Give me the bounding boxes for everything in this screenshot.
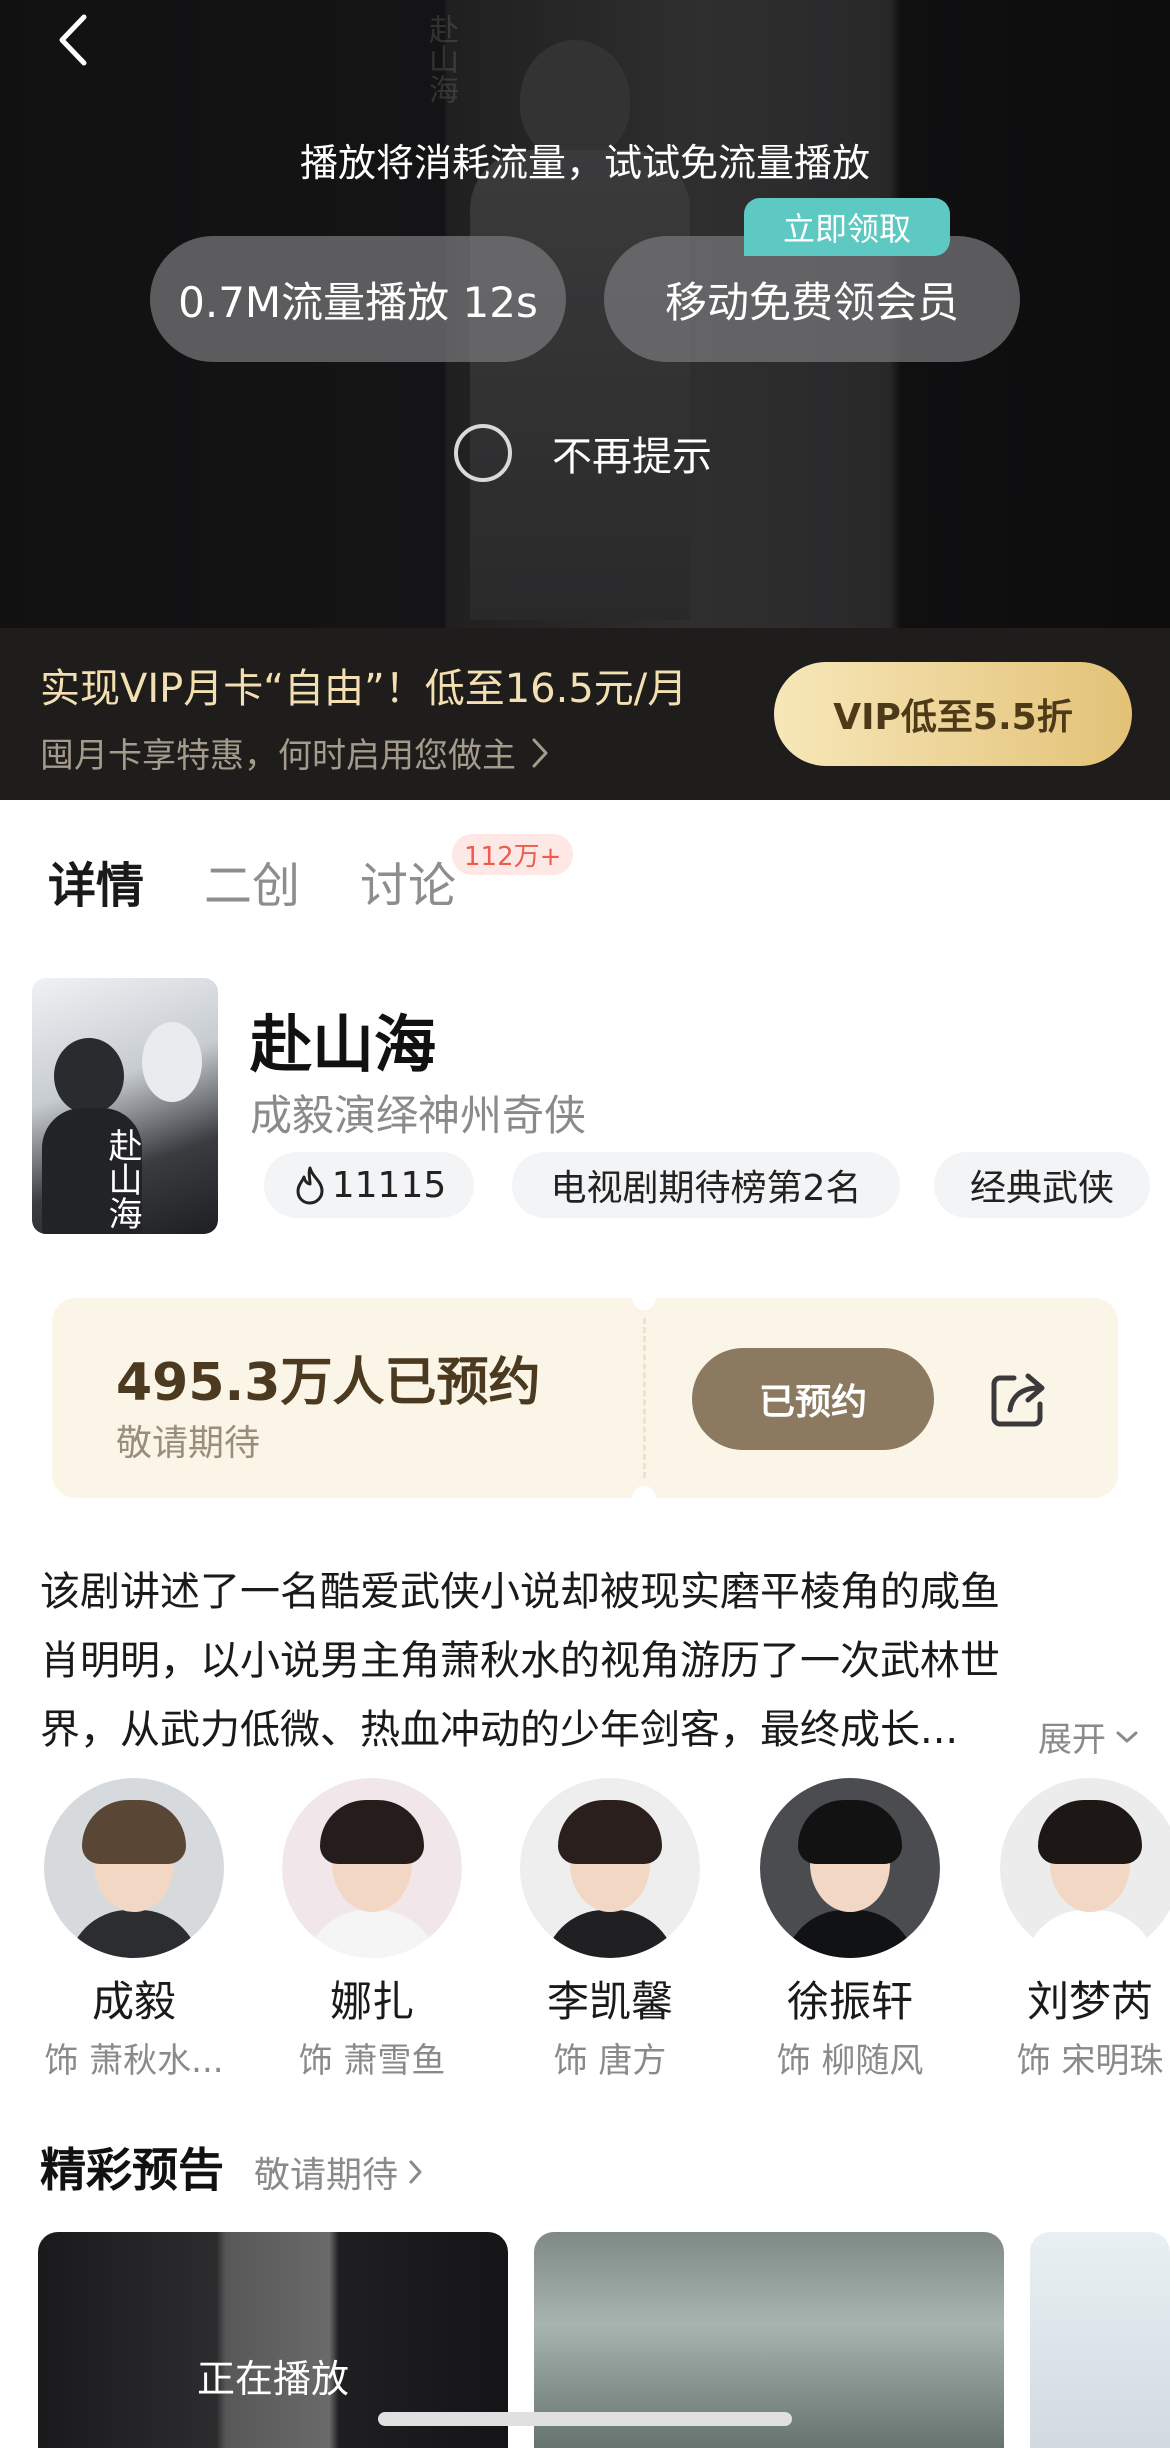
chevron-right-icon: [532, 738, 548, 767]
vip-promo-subtitle[interactable]: 囤月卡享特惠，何时启用您做主: [40, 728, 550, 777]
cast-list: 成毅 饰 萧秋水... 娜扎 饰 萧雪鱼 李凯馨 饰 唐方 徐振轩 饰 柳随风: [0, 1778, 1170, 2081]
cast-role: 饰 柳随风: [776, 2041, 924, 2081]
show-subtitle: 成毅演绎神州奇侠: [250, 1091, 587, 1140]
reservation-note: 敬请期待: [116, 1423, 261, 1464]
claim-now-badge[interactable]: 立即领取: [744, 198, 950, 256]
discussion-count-badge: 112万+: [452, 834, 574, 875]
tab-details[interactable]: 详情: [48, 846, 144, 916]
avatar-torso: [784, 1910, 916, 1958]
trailers-more-link[interactable]: 敬请期待: [254, 2146, 426, 2198]
chevron-left-icon: [59, 14, 87, 66]
data-usage-notice: 播放将消耗流量，试试免流量播放: [299, 141, 870, 185]
cast-member[interactable]: 李凯馨 饰 唐方: [510, 1778, 710, 2082]
cast-member[interactable]: 刘梦芮 饰 宋明珠: [990, 1778, 1170, 2082]
poster-figure-1: [54, 1038, 124, 1114]
avatar-hair: [558, 1800, 662, 1864]
cast-member[interactable]: 成毅 饰 萧秋水...: [34, 1778, 234, 2082]
synopsis: 该剧讲述了一名酷爱武侠小说却被现实磨平棱角的咸鱼 肖明明，以小说男主角萧秋水的视…: [40, 1558, 1130, 1765]
cast-role: 饰 宋明珠: [1016, 2041, 1164, 2081]
reservation-card: 495.3万人已预约 敬请期待 已预约: [52, 1286, 1118, 1510]
ticket-notch-bottom: [632, 1486, 656, 1510]
ticket-divider: [643, 1318, 646, 1478]
cast-avatar: [282, 1778, 462, 1958]
cast-role: 饰 萧秋水...: [44, 2041, 224, 2081]
show-poster[interactable]: 赴山海: [32, 978, 218, 1234]
avatar-hair: [1038, 1800, 1142, 1864]
vip-promo-subtitle-text: 囤月卡享特惠，何时启用您做主: [40, 736, 516, 776]
flame-icon: [296, 1166, 324, 1205]
cast-member[interactable]: 徐振轩 饰 柳随风: [750, 1778, 950, 2082]
dont-remind-label: 不再提示: [552, 434, 712, 480]
share-icon[interactable]: [984, 1364, 1054, 1434]
poster-figure-2: [142, 1022, 202, 1102]
synopsis-line: 肖明明，以小说男主角萧秋水的视角游历了一次武林世: [40, 1638, 1000, 1684]
back-button[interactable]: [48, 10, 98, 70]
avatar-hair: [82, 1800, 186, 1864]
cast-role: 饰 唐方: [553, 2041, 667, 2081]
avatar-hair: [320, 1800, 424, 1864]
cast-avatar: [520, 1778, 700, 1958]
tab-derivatives[interactable]: 二创: [204, 846, 300, 916]
expand-synopsis-button[interactable]: 展开: [1038, 1712, 1142, 1761]
video-player[interactable]: 赴山海 播放将消耗流量，试试免流量播放 0.7M流量播放 12s 移动免费领会员…: [0, 0, 1170, 628]
synopsis-line: 该剧讲述了一名酷爱武侠小说却被现实磨平棱角的咸鱼: [40, 1569, 1000, 1615]
cast-name: 徐振轩: [786, 1977, 913, 2026]
chevron-down-icon: [1116, 1731, 1138, 1742]
avatar-torso: [306, 1910, 438, 1958]
cast-avatar: [44, 1778, 224, 1958]
chevron-right-icon: [409, 2160, 422, 2184]
cast-name: 李凯馨: [546, 1977, 673, 2026]
genre-tag[interactable]: 经典武侠: [934, 1152, 1150, 1218]
heat-value: 11115: [331, 1164, 447, 1206]
show-title: 赴山海: [250, 1008, 437, 1081]
heat-tag[interactable]: 11115: [264, 1152, 474, 1218]
cast-role: 饰 萧雪鱼: [298, 2041, 446, 2081]
detail-tabs: 详情 二创 讨论: [48, 846, 516, 916]
vip-discount-button[interactable]: VIP低至5.5折: [774, 662, 1132, 766]
cast-member[interactable]: 娜扎 饰 萧雪鱼: [272, 1778, 472, 2082]
free-membership-label: 移动免费领会员: [664, 277, 959, 327]
cast-name: 成毅: [91, 1977, 176, 2026]
trailers-section-title: 精彩预告: [40, 2143, 224, 2197]
play-with-data-label: 0.7M流量播放 12s: [178, 277, 538, 327]
avatar-torso: [1024, 1910, 1156, 1958]
synopsis-line: 界，从武力低微、热血冲动的少年剑客，最终成长...: [40, 1707, 959, 1753]
avatar-torso: [68, 1910, 200, 1958]
ticket-notch-top: [632, 1286, 656, 1310]
cast-name: 娜扎: [329, 1977, 414, 2026]
cast-avatar: [760, 1778, 940, 1958]
avatar-torso: [544, 1910, 676, 1958]
vip-promo-banner[interactable]: 实现VIP月卡“自由”！低至16.5元/月 囤月卡享特惠，何时启用您做主 VIP…: [0, 628, 1170, 800]
poster-title-text: 赴山海: [102, 1128, 142, 1230]
dont-remind-option[interactable]: 不再提示: [454, 424, 712, 482]
trailer-card[interactable]: [1030, 2232, 1170, 2448]
expand-label: 展开: [1038, 1720, 1106, 1760]
play-with-data-button[interactable]: 0.7M流量播放 12s: [150, 236, 566, 362]
cast-name: 刘梦芮: [1026, 1977, 1153, 2026]
vip-promo-title: 实现VIP月卡“自由”！低至16.5元/月: [40, 666, 688, 712]
avatar-hair: [798, 1800, 902, 1864]
trailers-more-label: 敬请期待: [254, 2155, 399, 2196]
reserved-button[interactable]: 已预约: [692, 1348, 934, 1450]
cast-avatar: [1000, 1778, 1170, 1958]
tab-discussion[interactable]: 讨论: [360, 846, 456, 916]
ranking-tag[interactable]: 电视剧期待榜第2名: [512, 1152, 900, 1218]
reservation-count: 495.3万人已预约: [116, 1353, 541, 1413]
now-playing-label: 正在播放: [196, 2357, 349, 2401]
dont-remind-radio[interactable]: [454, 424, 512, 482]
home-indicator[interactable]: [378, 2412, 792, 2426]
